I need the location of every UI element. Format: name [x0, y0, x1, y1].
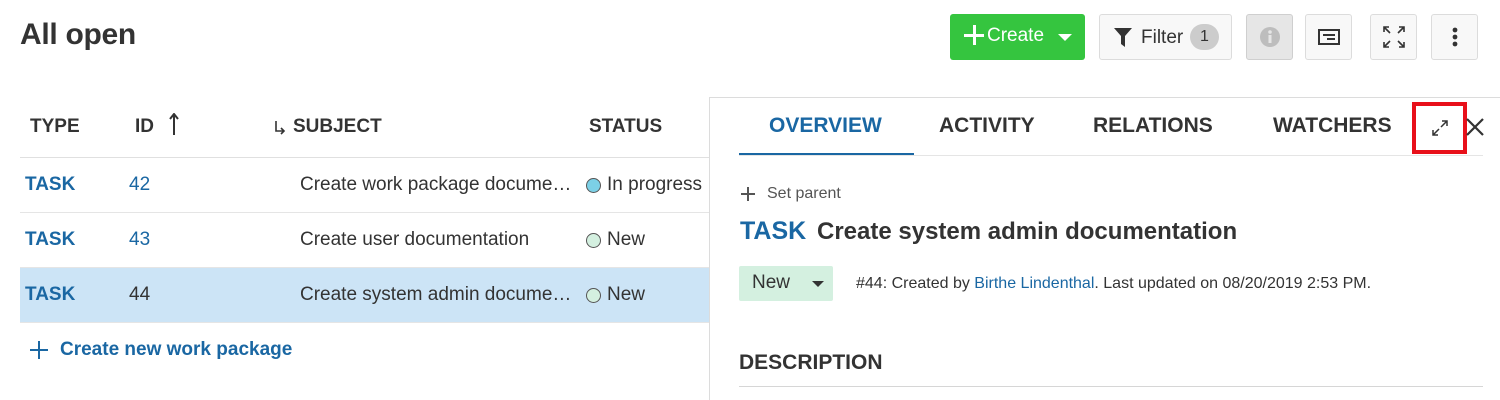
status-new-icon	[586, 287, 601, 303]
more-button[interactable]	[1431, 14, 1478, 60]
table-row-selected[interactable]: TASK 44 Create system admin docume… New	[20, 268, 710, 323]
description-heading: DESCRIPTION	[739, 351, 883, 374]
column-header-subject-label: SUBJECT	[293, 116, 382, 137]
active-tab-indicator	[739, 153, 914, 155]
plus-icon	[30, 341, 48, 359]
column-header-type[interactable]: TYPE	[30, 116, 80, 138]
plus-icon	[963, 23, 985, 45]
columns-settings-button[interactable]	[1305, 14, 1352, 60]
table-row[interactable]: TASK 42 Create work package docume… In p…	[20, 158, 710, 213]
row-id-link[interactable]: 43	[129, 229, 150, 251]
tab-overview[interactable]: OVERVIEW	[769, 114, 882, 138]
create-button[interactable]: Create	[950, 14, 1085, 60]
row-status-label: New	[607, 229, 646, 250]
column-header-id-label: ID	[135, 116, 154, 137]
tabs-divider	[739, 155, 1483, 156]
row-type[interactable]: TASK	[25, 174, 75, 196]
row-status-label: New	[607, 284, 646, 305]
fullscreen-icon	[1382, 26, 1405, 48]
info-icon	[1259, 27, 1280, 47]
meta-prefix: #44: Created by	[856, 275, 975, 292]
more-vertical-icon	[1452, 27, 1457, 47]
row-status[interactable]: New	[586, 229, 645, 251]
details-panel: OVERVIEW ACTIVITY RELATIONS WATCHERS Set…	[709, 97, 1500, 400]
column-header-status[interactable]: STATUS	[589, 116, 662, 138]
tab-activity[interactable]: ACTIVITY	[939, 114, 1035, 138]
table-row[interactable]: TASK 43 Create user documentation New	[20, 213, 710, 268]
columns-icon	[1317, 29, 1340, 45]
row-type[interactable]: TASK	[25, 229, 75, 251]
work-package-subject[interactable]: Create system admin documentation	[817, 218, 1237, 246]
work-package-meta: #44: Created by Birthe Lindenthal. Last …	[856, 275, 1371, 293]
description-divider	[739, 386, 1483, 387]
row-subject[interactable]: Create user documentation	[300, 229, 570, 251]
plus-icon	[741, 187, 755, 201]
status-dropdown[interactable]: New	[739, 266, 833, 301]
filter-button[interactable]: Filter 1	[1099, 14, 1232, 60]
details-view-button[interactable]	[1246, 14, 1293, 60]
fullscreen-button[interactable]	[1370, 14, 1417, 60]
row-status[interactable]: In progress	[586, 174, 702, 196]
row-subject[interactable]: Create work package docume…	[300, 174, 570, 196]
row-id-link[interactable]: 44	[129, 284, 150, 306]
caret-down-icon	[1058, 34, 1072, 41]
filter-button-label: Filter	[1141, 27, 1184, 48]
column-header-id[interactable]: ID	[135, 113, 179, 138]
tab-relations[interactable]: RELATIONS	[1093, 114, 1213, 138]
status-dropdown-label: New	[752, 272, 791, 293]
set-parent-link[interactable]: Set parent	[741, 185, 841, 203]
set-parent-label: Set parent	[767, 185, 841, 202]
tab-watchers[interactable]: WATCHERS	[1273, 114, 1392, 138]
open-fullscreen-view-button[interactable]	[1412, 102, 1467, 154]
close-icon[interactable]	[1462, 114, 1488, 140]
filter-count-badge: 1	[1190, 24, 1219, 50]
row-type[interactable]: TASK	[25, 284, 75, 306]
sort-ascending-icon	[169, 113, 179, 135]
expand-icon	[1431, 120, 1448, 136]
create-new-work-package-label: Create new work package	[60, 339, 293, 360]
create-button-label: Create	[987, 25, 1045, 46]
page-title: All open	[20, 18, 136, 51]
row-status[interactable]: New	[586, 284, 645, 306]
create-new-work-package-link[interactable]: Create new work package	[30, 339, 292, 361]
meta-suffix: . Last updated on 08/20/2019 2:53 PM.	[1094, 275, 1372, 292]
caret-down-icon	[812, 281, 824, 287]
author-link[interactable]: Birthe Lindenthal	[974, 275, 1094, 292]
row-id-link[interactable]: 42	[129, 174, 150, 196]
column-header-subject[interactable]: SUBJECT	[273, 116, 382, 138]
filter-icon	[1114, 28, 1132, 47]
hierarchy-icon[interactable]	[273, 120, 287, 136]
work-package-type: TASK	[740, 217, 807, 245]
status-new-icon	[586, 232, 601, 248]
status-in-progress-icon	[586, 177, 601, 193]
row-subject[interactable]: Create system admin docume…	[300, 284, 570, 306]
row-status-label: In progress	[607, 174, 703, 195]
